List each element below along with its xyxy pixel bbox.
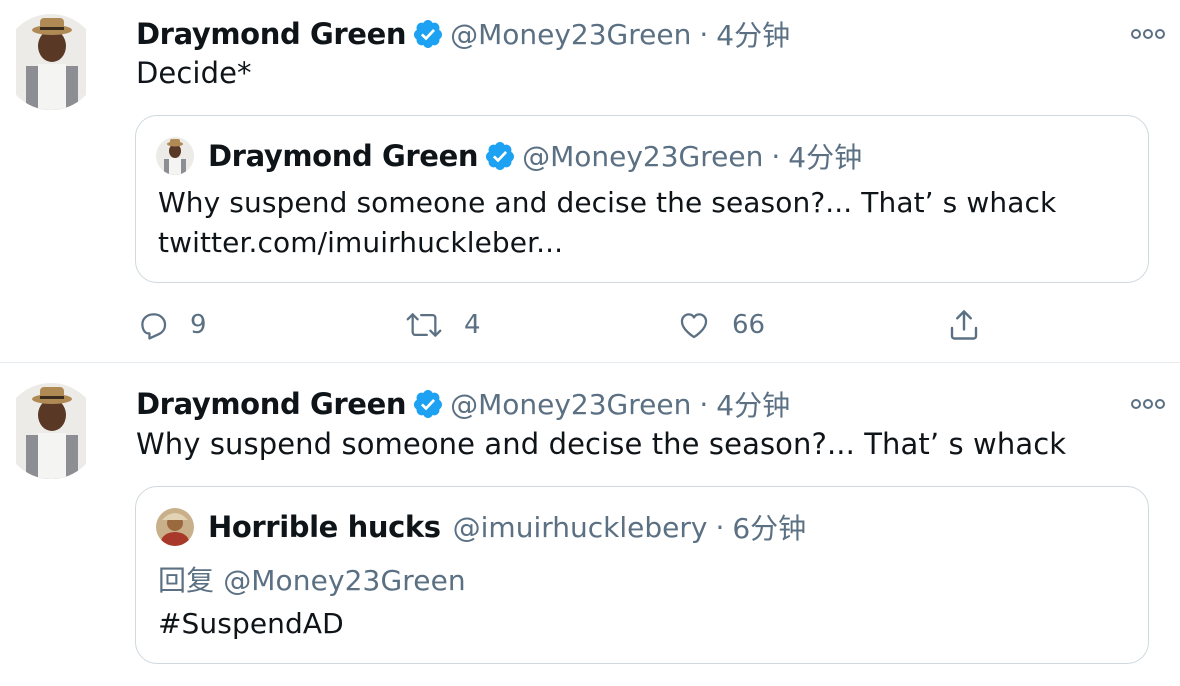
- quoted-tweet[interactable]: Draymond Green @Money23Green · 4分钟 Why s…: [135, 115, 1149, 283]
- quoted-tweet-text: #SuspendAD: [158, 607, 344, 640]
- tweet-text: Decide*: [136, 56, 252, 90]
- like-button[interactable]: 66: [676, 303, 765, 347]
- author-handle[interactable]: @Money23Green: [450, 388, 691, 421]
- quoted-tweet[interactable]: Horrible hucks @imuirhucklebery · 6分钟 回复…: [135, 486, 1149, 664]
- separator-dot: ·: [699, 387, 709, 421]
- quoted-author-avatar: [156, 508, 194, 546]
- quoted-author-avatar: [156, 137, 194, 175]
- verified-badge-icon: [484, 140, 516, 172]
- author-avatar[interactable]: [16, 383, 86, 479]
- share-icon: [946, 307, 982, 343]
- quoted-timestamp: 6分钟: [732, 512, 807, 545]
- quoted-tweet-text: Why suspend someone and decise the seaso…: [158, 186, 1057, 219]
- quoted-author-name: Draymond Green: [208, 139, 479, 173]
- tweet-header: Draymond Green @Money23Green · 4分钟: [136, 14, 790, 54]
- separator-dot: ·: [771, 139, 781, 173]
- reply-button[interactable]: 9: [136, 303, 207, 347]
- tweet[interactable]: Draymond Green @Money23Green · 4分钟 Why s…: [0, 363, 1180, 686]
- author-avatar[interactable]: [16, 14, 86, 110]
- like-count: 66: [732, 310, 766, 340]
- verified-badge-icon: [412, 18, 444, 50]
- quoted-author-handle: @Money23Green: [522, 139, 764, 173]
- reply-to-label[interactable]: 回复 @Money23Green: [158, 559, 466, 599]
- reply-icon: [136, 308, 170, 342]
- tweet-header: Draymond Green @Money23Green · 4分钟: [136, 384, 790, 424]
- tweet[interactable]: Draymond Green @Money23Green · 4分钟 Decid…: [0, 0, 1180, 362]
- share-button[interactable]: [946, 303, 982, 347]
- author-name[interactable]: Draymond Green: [136, 17, 406, 51]
- quoted-tweet-header: Draymond Green @Money23Green · 4分钟: [156, 136, 862, 176]
- timestamp[interactable]: 4分钟: [716, 14, 790, 54]
- tweet-actions: 9 4 66: [136, 303, 986, 347]
- retweet-icon: [404, 308, 444, 342]
- quoted-author-handle: @imuirhucklebery: [452, 510, 708, 544]
- verified-badge-icon: [412, 388, 444, 420]
- retweet-button[interactable]: 4: [404, 303, 481, 347]
- tweet-text: Why suspend someone and decise the seaso…: [136, 427, 1067, 461]
- author-handle[interactable]: @Money23Green: [450, 18, 691, 51]
- like-icon: [676, 308, 712, 342]
- reply-count: 9: [190, 310, 207, 340]
- quoted-author-name: Horrible hucks: [208, 510, 441, 544]
- retweet-count: 4: [464, 310, 481, 340]
- more-options-icon[interactable]: [1130, 396, 1166, 412]
- more-options-icon[interactable]: [1130, 26, 1166, 42]
- author-name[interactable]: Draymond Green: [136, 387, 406, 421]
- quoted-tweet-header: Horrible hucks @imuirhucklebery · 6分钟: [156, 507, 806, 547]
- quoted-timestamp: 4分钟: [788, 141, 863, 174]
- quoted-tweet-link[interactable]: twitter.com/imuirhuckleber...: [158, 226, 563, 259]
- timestamp[interactable]: 4分钟: [716, 384, 790, 424]
- separator-dot: ·: [715, 510, 725, 544]
- separator-dot: ·: [699, 17, 709, 51]
